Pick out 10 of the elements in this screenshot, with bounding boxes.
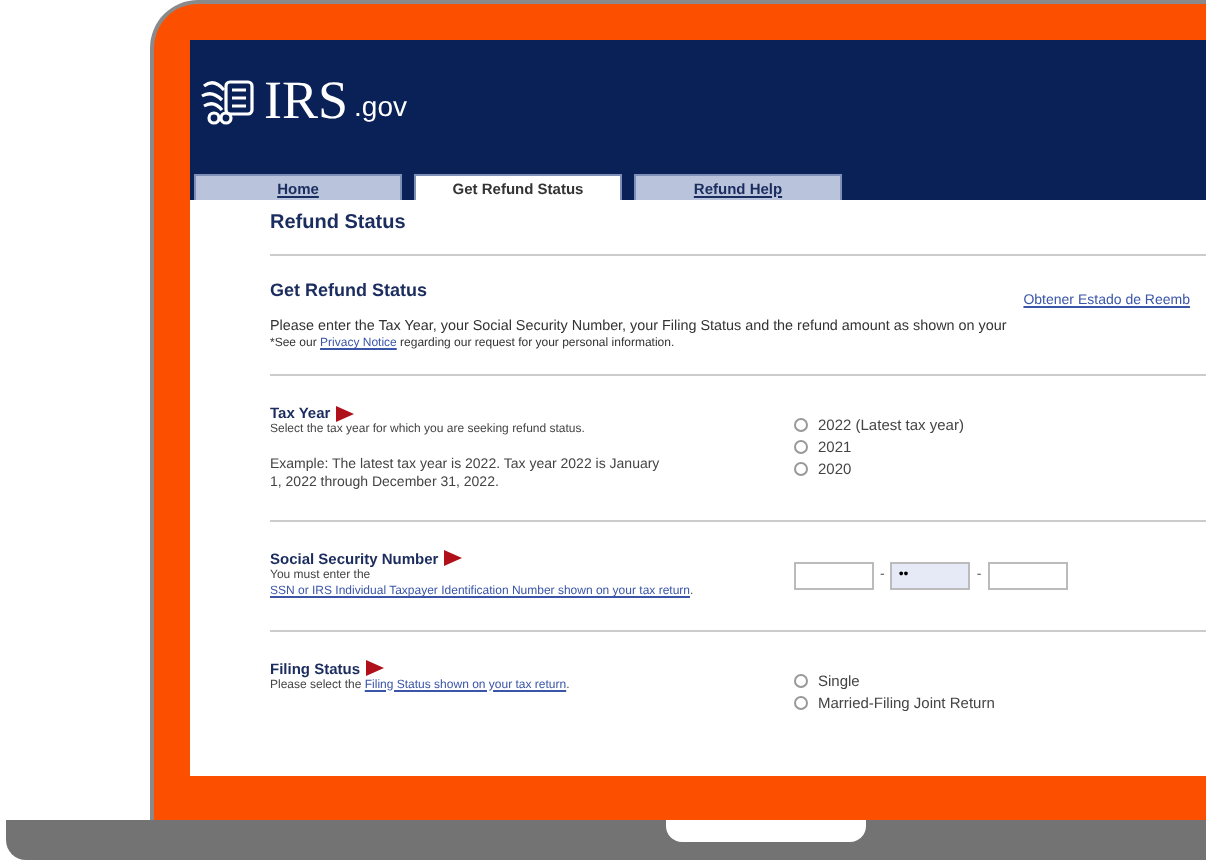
flag-icon xyxy=(366,660,384,677)
flag-icon xyxy=(444,550,463,567)
eagle-seal-icon xyxy=(198,74,258,126)
page-title: Refund Status xyxy=(270,210,408,238)
logo-suffix: .gov xyxy=(354,90,407,122)
flag-icon xyxy=(336,405,355,421)
section-heading: Get Refund Status xyxy=(270,280,428,300)
ssn-input-field[interactable] xyxy=(987,561,1068,590)
logo-text: IRS xyxy=(264,72,349,128)
ssn-input-field[interactable] xyxy=(794,561,874,590)
